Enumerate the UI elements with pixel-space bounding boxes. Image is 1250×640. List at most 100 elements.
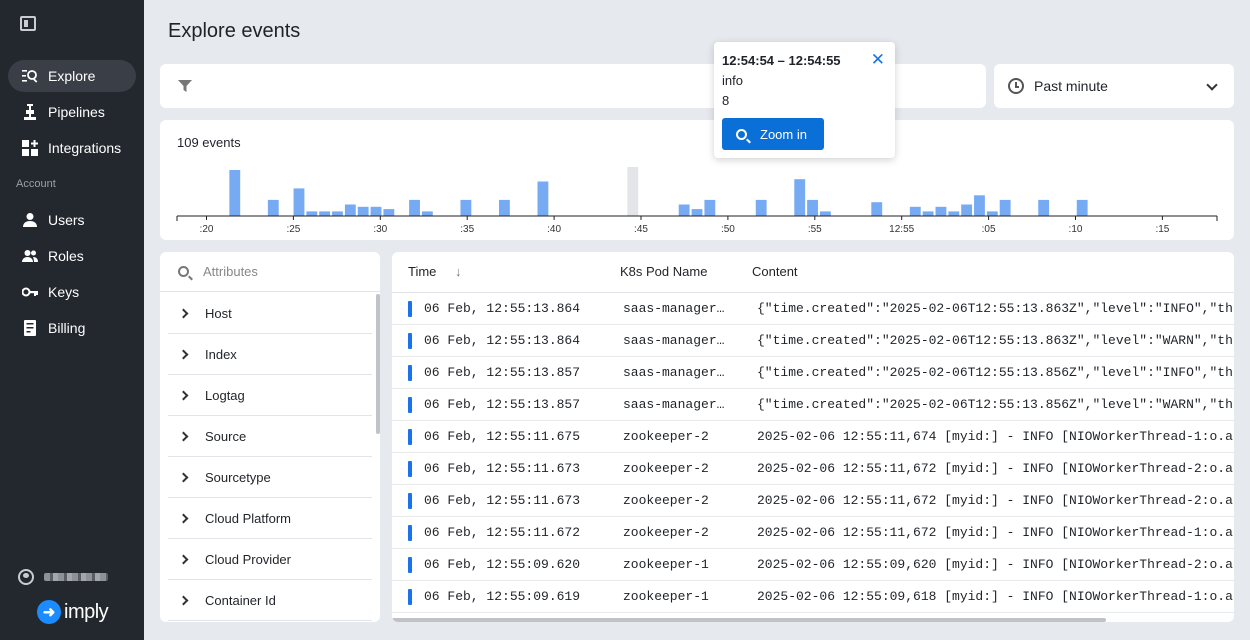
x-tick-label: :40 [547, 224, 561, 235]
row-level-marker [408, 557, 412, 573]
cell-pod: saas-manager… [623, 365, 725, 380]
nav-item-keys[interactable]: Keys [8, 276, 136, 308]
histogram-bar[interactable] [357, 206, 369, 216]
nav-item-users[interactable]: Users [8, 204, 136, 236]
table-row[interactable]: 06 Feb, 12:55:11.673 zookeeper-2 2025-02-0… [392, 485, 1234, 517]
cell-pod: zookeeper-2 [623, 493, 709, 508]
attribute-label: Index [205, 346, 237, 362]
table-row[interactable]: 06 Feb, 12:55:13.864 saas-manager… {"time.… [392, 293, 1234, 325]
attribute-item[interactable]: Sourcetype [168, 457, 372, 498]
x-tick-label: :45 [634, 224, 648, 235]
attributes-search [160, 252, 380, 292]
highlight-column [627, 167, 639, 216]
histogram-bar[interactable] [344, 204, 356, 217]
attributes-scrollbar[interactable] [376, 294, 380, 434]
table-row[interactable]: 06 Feb, 12:55:09.619 zookeeper-1 2025-02-0… [392, 581, 1234, 613]
histogram-bar[interactable] [935, 206, 947, 216]
cell-content: 2025-02-06 12:55:11,674 [myid:] - INFO [… [757, 429, 1234, 444]
histogram-bar[interactable] [1076, 199, 1088, 216]
histogram-bar[interactable] [383, 209, 395, 216]
table-horizontal-scrollbar[interactable] [392, 618, 1106, 622]
close-icon[interactable]: ✕ [871, 51, 885, 68]
x-tick-label: :20 [200, 224, 214, 235]
histogram-bar[interactable] [999, 199, 1011, 216]
x-tick-label: :55 [808, 224, 822, 235]
nav-item-explore[interactable]: Explore [8, 60, 136, 92]
histogram-bar[interactable] [871, 202, 883, 216]
histogram-bar[interactable] [421, 211, 433, 216]
attribute-item[interactable]: Logtag [168, 375, 372, 416]
histogram-bar[interactable] [909, 206, 921, 216]
sort-descending-icon[interactable]: ↓ [455, 264, 462, 279]
histogram-tooltip: 12:54:54 – 12:54:55 ✕ info 8 Zoom in [714, 42, 895, 158]
tooltip-range: 12:54:54 – 12:54:55 [722, 53, 841, 68]
table-row[interactable]: 06 Feb, 12:55:13.857 saas-manager… {"time.… [392, 389, 1234, 421]
nav-item-roles[interactable]: Roles [8, 240, 136, 272]
nav-label: Users [48, 212, 85, 228]
attribute-label: Cloud Platform [205, 510, 291, 526]
search-icon [178, 266, 189, 277]
time-range-select[interactable]: Past minute [994, 64, 1234, 108]
table-row[interactable]: 06 Feb, 12:55:11.675 zookeeper-2 2025-02-0… [392, 421, 1234, 453]
table-row[interactable]: 06 Feb, 12:55:09.620 zookeeper-1 2025-02-0… [392, 549, 1234, 581]
nav-item-billing[interactable]: Billing [8, 312, 136, 344]
histogram-bar[interactable] [370, 206, 382, 216]
histogram-bar[interactable] [678, 204, 690, 217]
attributes-search-input[interactable] [203, 264, 363, 279]
column-header-content[interactable]: Content [752, 264, 798, 279]
attribute-label: Container Id [205, 592, 276, 608]
row-level-marker [408, 493, 412, 509]
attribute-item[interactable]: Container Id [168, 580, 372, 621]
histogram-bar[interactable] [319, 211, 331, 216]
attribute-item[interactable]: Cloud Platform [168, 498, 372, 539]
histogram-svg[interactable]: :20:25:30:35:40:45:50:55 12:55:05:10:15 [160, 120, 1234, 240]
nav-label: Explore [48, 68, 96, 84]
nav-item-integrations[interactable]: Integrations [8, 132, 136, 164]
histogram-bar[interactable] [807, 199, 818, 216]
histogram-bar[interactable] [267, 199, 279, 216]
histogram-bar[interactable] [293, 188, 305, 216]
account-menu[interactable] [18, 569, 108, 585]
histogram-bar[interactable] [332, 211, 343, 216]
table-row[interactable]: 06 Feb, 12:55:11.672 zookeeper-2 2025-02-0… [392, 517, 1234, 549]
integrations-icon [22, 140, 38, 156]
attribute-label: Source [205, 428, 247, 444]
chevron-down-icon [1206, 79, 1218, 91]
histogram-bar[interactable] [409, 199, 420, 216]
chevron-right-icon [178, 513, 189, 523]
histogram-bar[interactable] [922, 211, 934, 216]
histogram-bar[interactable] [306, 211, 318, 216]
histogram-bar[interactable] [986, 211, 998, 216]
table-row[interactable]: 06 Feb, 12:55:11.673 zookeeper-2 2025-02-0… [392, 453, 1234, 485]
histogram-bar[interactable] [460, 199, 472, 216]
histogram-bar[interactable] [1038, 199, 1050, 216]
histogram-bar[interactable] [948, 211, 960, 216]
histogram-bar[interactable] [755, 199, 767, 216]
row-level-marker [408, 365, 412, 381]
chevron-right-icon [178, 431, 189, 441]
attribute-item[interactable]: Source [168, 416, 372, 457]
column-header-pod[interactable]: K8s Pod Name [620, 264, 707, 279]
histogram-bar[interactable] [691, 209, 703, 216]
histogram-bar[interactable] [498, 199, 510, 216]
histogram-bar[interactable] [704, 199, 716, 216]
histogram-bar[interactable] [961, 204, 973, 217]
table-row[interactable]: 06 Feb, 12:55:13.864 saas-manager… {"time.… [392, 325, 1234, 357]
attribute-item[interactable]: Index [168, 334, 372, 375]
attribute-item[interactable]: Cloud Provider [168, 539, 372, 580]
table-row[interactable]: 06 Feb, 12:55:13.857 saas-manager… {"time.… [392, 357, 1234, 389]
sidebar-toggle-icon[interactable] [20, 16, 36, 31]
cell-content: {"time.created":"2025-02-06T12:55:13.856… [757, 397, 1234, 412]
cell-pod: zookeeper-2 [623, 461, 709, 476]
zoom-in-button[interactable]: Zoom in [722, 118, 824, 150]
histogram-bar[interactable] [974, 195, 985, 216]
histogram-bar[interactable] [819, 211, 831, 216]
attribute-item[interactable]: Host [168, 293, 372, 334]
nav-item-pipelines[interactable]: Pipelines [8, 96, 136, 128]
histogram-bar[interactable] [794, 179, 806, 216]
histogram-bar[interactable] [537, 181, 549, 217]
billing-icon [22, 320, 38, 336]
event-histogram: 109 events :20:25:30:35:40:45:50:55 12:55… [160, 120, 1234, 240]
histogram-bar[interactable] [229, 170, 241, 216]
column-header-time[interactable]: Time [408, 264, 436, 279]
